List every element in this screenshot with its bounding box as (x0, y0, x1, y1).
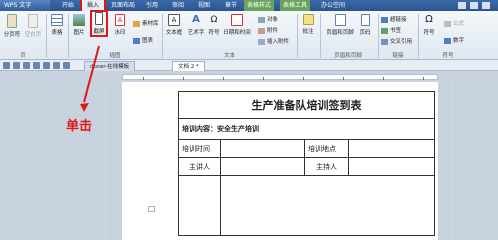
click-callout-label: 单击 (66, 119, 93, 134)
